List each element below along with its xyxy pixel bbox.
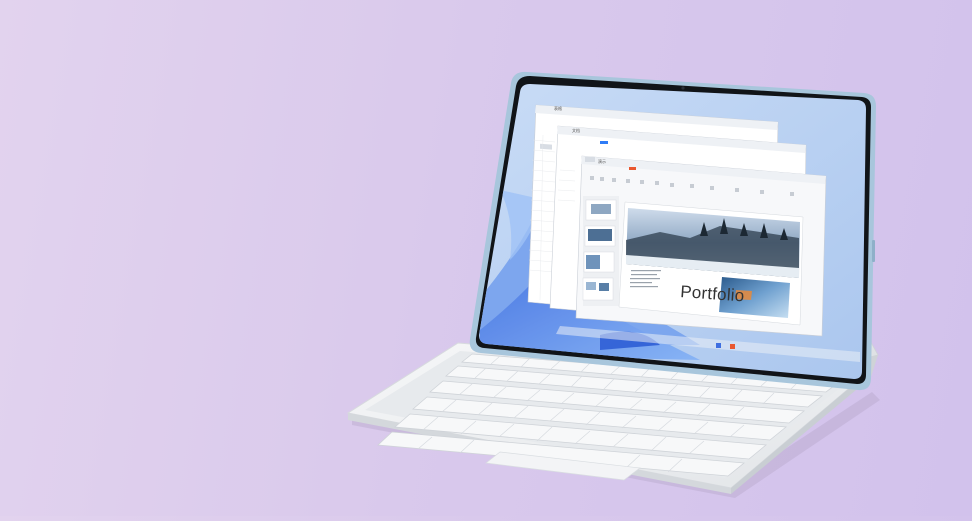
spreadsheet-window-title: 表格	[554, 105, 562, 111]
taskbar-app-icon[interactable]	[730, 344, 735, 349]
tablet-illustration: 表格 文档 演示 Portfolio	[346, 71, 880, 498]
screen: 表格 文档 演示 Portfolio	[479, 84, 866, 379]
presentation-tab-indicator	[629, 167, 636, 170]
document-window-title: 文档	[572, 127, 580, 133]
taskbar-app-icon-2[interactable]	[716, 343, 721, 348]
slide-thumbnails[interactable]	[582, 196, 619, 306]
document-tab-indicator	[600, 141, 608, 144]
presentation-window-title: 演示	[598, 158, 606, 164]
front-camera	[681, 86, 685, 90]
side-button	[872, 240, 875, 262]
presentation-window[interactable]: 演示 Portfolio	[575, 155, 827, 337]
main-slide[interactable]: Portfolio	[618, 201, 804, 326]
product-scene: 表格 文档 演示 Portfolio	[0, 0, 972, 516]
